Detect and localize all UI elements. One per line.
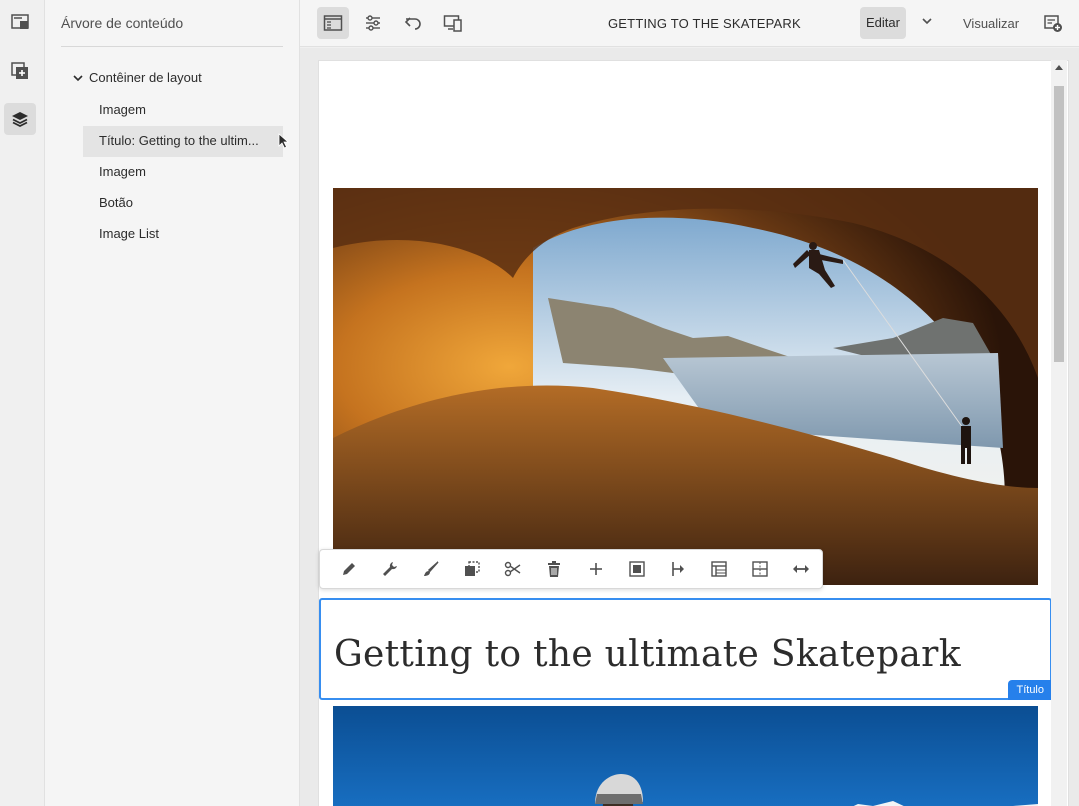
editor-topbar: GETTING TO THE SKATEPARK Editar Visualiz… <box>300 0 1079 47</box>
configure-icon[interactable] <box>369 549 410 589</box>
skater-image <box>333 706 1038 806</box>
emulator-icon[interactable] <box>437 7 469 39</box>
panel-title: Árvore de conteúdo <box>61 15 184 31</box>
tree-item-title[interactable]: Título: Getting to the ultim... <box>83 126 283 157</box>
preview-button[interactable]: Visualizar <box>963 16 1019 31</box>
component-type-badge: Título <box>1008 680 1052 700</box>
edit-mode-button[interactable]: Editar <box>860 7 906 39</box>
scroll-up-arrow-icon[interactable] <box>1055 65 1063 70</box>
parent-icon[interactable] <box>657 549 698 589</box>
edit-icon[interactable] <box>328 549 369 589</box>
second-image[interactable] <box>333 706 1038 806</box>
tree-root-label: Contêiner de layout <box>89 70 202 85</box>
chevron-down-icon[interactable] <box>920 14 934 28</box>
scrollbar-thumb[interactable] <box>1054 86 1064 362</box>
copy-icon[interactable] <box>452 549 493 589</box>
cave-climbing-image <box>333 188 1038 585</box>
mouse-cursor-icon <box>278 133 290 149</box>
layout-icon[interactable] <box>699 549 740 589</box>
tree-item-label: Botão <box>99 195 133 210</box>
tree-item-image-list[interactable]: Image List <box>83 219 283 250</box>
title-heading: Getting to the ultimate Skatepark <box>334 634 961 675</box>
title-component[interactable]: Getting to the ultimate Skatepark Título <box>319 598 1052 700</box>
group-icon[interactable] <box>616 549 657 589</box>
cut-icon[interactable] <box>493 549 534 589</box>
tree-item-label: Imagem <box>99 164 146 179</box>
responsive-icon[interactable] <box>740 549 781 589</box>
page-title: GETTING TO THE SKATEPARK <box>608 16 801 31</box>
content-tree-panel: Árvore de conteúdo Contêiner de layout I… <box>45 0 300 806</box>
tree-root-layout-container[interactable]: Contêiner de layout <box>71 70 202 85</box>
page-properties-icon[interactable] <box>357 7 389 39</box>
tree-item-image-2[interactable]: Imagem <box>83 157 283 188</box>
content-tree-icon[interactable] <box>4 103 36 135</box>
tree-item-label: Image List <box>99 226 159 241</box>
canvas-scrollbar[interactable] <box>1051 60 1067 806</box>
page-info-icon[interactable] <box>4 6 36 38</box>
publish-page-icon[interactable] <box>1043 13 1063 33</box>
page-canvas: Getting to the ultimate Skatepark Título <box>300 48 1079 806</box>
tree-item-label: Título: Getting to the ultim... <box>99 133 259 148</box>
tree-item-label: Imagem <box>99 102 146 117</box>
component-edit-toolbar <box>319 549 823 589</box>
tree-item-image-1[interactable]: Imagem <box>83 95 283 126</box>
toggle-side-panel-icon[interactable] <box>317 7 349 39</box>
delete-icon[interactable] <box>534 549 575 589</box>
tree-item-button[interactable]: Botão <box>83 188 283 219</box>
chevron-down-icon[interactable] <box>71 71 85 85</box>
panel-divider <box>61 46 283 47</box>
side-rail <box>0 0 45 806</box>
insert-icon[interactable] <box>575 549 616 589</box>
add-component-icon[interactable] <box>4 55 36 87</box>
page-frame: Getting to the ultimate Skatepark Título <box>318 60 1069 806</box>
hero-image[interactable] <box>333 188 1038 585</box>
style-icon[interactable] <box>410 549 451 589</box>
undo-icon[interactable] <box>397 7 429 39</box>
expand-icon[interactable] <box>781 549 822 589</box>
